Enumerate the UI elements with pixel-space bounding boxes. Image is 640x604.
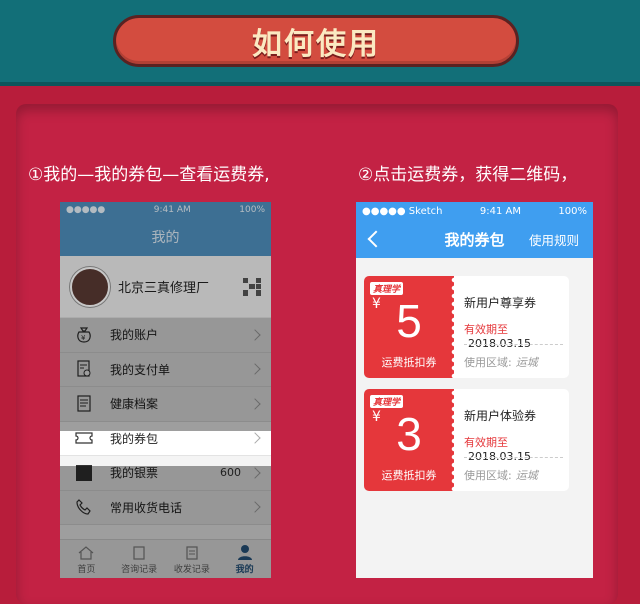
coupon-expiry: 有效期至2018.03.15 bbox=[464, 323, 531, 350]
tab-label: 我的 bbox=[235, 565, 254, 575]
nav-bar: 我的券包 使用规则 bbox=[356, 220, 593, 258]
tab-label: 咨询记录 bbox=[121, 565, 158, 575]
coupon-amount: 3 bbox=[396, 408, 422, 460]
menu-label: 我的券包 bbox=[110, 431, 159, 446]
chevron-right-icon bbox=[249, 432, 261, 444]
coupon-zone: 使用区域: 运城 bbox=[464, 469, 538, 482]
user-icon bbox=[237, 545, 252, 560]
document-icon bbox=[74, 394, 94, 414]
carrier-text: ●●●●● Sketch bbox=[362, 205, 443, 217]
step-one-text: ①我的—我的券包—查看运费券, bbox=[28, 165, 270, 185]
svg-text:¥: ¥ bbox=[81, 334, 86, 342]
coupon-amount: 5 bbox=[396, 295, 422, 347]
phone-screenshot-coupon-wallet: ●●●●● Sketch 9:41 AM 100% 我的券包 使用规则 真理学 … bbox=[356, 202, 593, 578]
menu-label: 健康档案 bbox=[110, 397, 159, 412]
chevron-right-icon bbox=[249, 363, 261, 375]
menu-label: 我的银票 bbox=[110, 466, 159, 481]
coupon-card[interactable]: 真理学 ¥ 5 运费抵扣券 新用户尊享券 有效期至2018.03.15 使用区域… bbox=[364, 276, 569, 378]
home-icon bbox=[78, 546, 94, 560]
profile-name: 北京三真修理厂 bbox=[118, 281, 210, 296]
status-bar: ●●●●● 9:41 AM 100% bbox=[60, 202, 271, 218]
battery-text: 100% bbox=[239, 205, 265, 215]
tab-mine[interactable]: 我的 bbox=[218, 540, 271, 578]
menu-item-silver-ticket[interactable]: 我的银票 600 bbox=[60, 456, 271, 491]
avatar bbox=[70, 266, 110, 307]
coupon-right: 新用户体验券 有效期至2018.03.15 使用区域: 运城 bbox=[454, 389, 569, 491]
chevron-right-icon bbox=[249, 501, 261, 513]
chevron-right-icon bbox=[249, 329, 261, 341]
signal-icon: ●●●●● bbox=[66, 205, 106, 215]
step-two-text: ②点击运费券，获得二维码， bbox=[358, 165, 578, 185]
tab-label: 收发记录 bbox=[173, 565, 210, 575]
divider bbox=[464, 457, 563, 458]
tab-label: 首页 bbox=[77, 565, 96, 575]
battery-text: 100% bbox=[558, 205, 587, 217]
menu-item-coupons[interactable]: 我的券包 bbox=[60, 421, 271, 456]
coupon-left: 真理学 ¥ 5 运费抵扣券 bbox=[364, 276, 454, 378]
coupon-name: 新用户尊享券 bbox=[464, 296, 537, 310]
status-time: 9:41 AM bbox=[479, 205, 521, 217]
coupon-type: 运费抵扣券 bbox=[381, 469, 437, 482]
menu-item-health[interactable]: 健康档案 bbox=[60, 387, 271, 422]
record-icon bbox=[133, 546, 145, 560]
profile-row[interactable]: 北京三真修理厂 bbox=[60, 256, 271, 318]
coupon-card[interactable]: 真理学 ¥ 3 运费抵扣券 新用户体验券 有效期至2018.03.15 使用区域… bbox=[364, 389, 569, 491]
menu-label: 我的支付单 bbox=[110, 362, 171, 377]
qr-code-icon[interactable] bbox=[243, 277, 261, 296]
chevron-right-icon bbox=[249, 467, 261, 479]
coupon-right: 新用户尊享券 有效期至2018.03.15 使用区域: 运城 bbox=[454, 276, 569, 378]
send-record-icon bbox=[186, 546, 198, 560]
menu-item-phone[interactable]: 常用收货电话 bbox=[60, 490, 271, 525]
status-time: 9:41 AM bbox=[153, 205, 191, 215]
page-title: 如何使用 bbox=[252, 27, 380, 62]
divider bbox=[464, 344, 563, 345]
ticket-icon bbox=[74, 428, 94, 448]
phone-screenshot-my-page: ●●●●● 9:41 AM 100% 我的 北京三真修理厂 ¥ 我的账户 我的支… bbox=[60, 202, 271, 578]
tab-send-records[interactable]: 收发记录 bbox=[166, 540, 219, 578]
nav-bar: 我的 bbox=[60, 218, 271, 256]
phone-icon bbox=[74, 497, 94, 517]
menu-list: ¥ 我的账户 我的支付单 健康档案 我的券包 我的银票 600 常用收货电话 bbox=[60, 318, 271, 525]
money-bag-icon: ¥ bbox=[74, 325, 94, 345]
coupon-expiry: 有效期至2018.03.15 bbox=[464, 436, 531, 463]
menu-label: 我的账户 bbox=[110, 328, 159, 343]
title-banner: 如何使用 bbox=[113, 15, 519, 67]
menu-label: 常用收货电话 bbox=[110, 500, 183, 515]
coupon-left: 真理学 ¥ 3 运费抵扣券 bbox=[364, 389, 454, 491]
nav-title: 我的 bbox=[151, 230, 180, 246]
tab-consult-records[interactable]: 咨询记录 bbox=[113, 540, 166, 578]
menu-value: 600 bbox=[220, 466, 241, 480]
menu-item-account[interactable]: ¥ 我的账户 bbox=[60, 318, 271, 353]
tab-bar: 首页 咨询记录 收发记录 我的 bbox=[60, 539, 271, 578]
coupon-zone: 使用区域: 运城 bbox=[464, 356, 538, 369]
card-icon bbox=[74, 463, 94, 483]
coupon-name: 新用户体验券 bbox=[464, 409, 537, 423]
status-bar: ●●●●● Sketch 9:41 AM 100% bbox=[356, 202, 593, 220]
tab-home[interactable]: 首页 bbox=[60, 540, 113, 578]
chevron-right-icon bbox=[249, 398, 261, 410]
coupon-type: 运费抵扣券 bbox=[381, 356, 437, 369]
menu-item-payment[interactable]: 我的支付单 bbox=[60, 352, 271, 387]
usage-rules-link[interactable]: 使用规则 bbox=[529, 230, 579, 249]
payment-list-icon bbox=[74, 359, 94, 379]
